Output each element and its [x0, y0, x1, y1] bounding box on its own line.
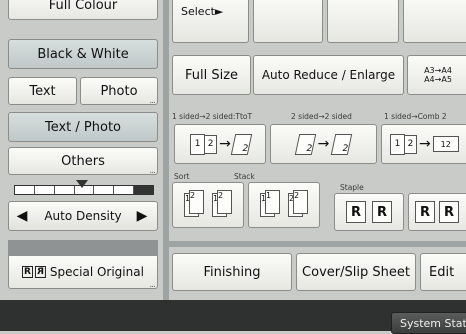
tray-1-button[interactable]: [253, 0, 323, 43]
tray-3-button[interactable]: [403, 0, 466, 43]
full-colour-button[interactable]: Full Colour: [8, 0, 158, 20]
edit-tab[interactable]: Edit: [420, 253, 466, 291]
duplex-page-icon: 2: [294, 133, 316, 155]
sort-stack-icon: 2: [217, 190, 232, 214]
cover-slip-sheet-tab[interactable]: Cover/Slip Sheet: [296, 253, 416, 291]
photo-label: Photo: [100, 83, 138, 99]
duplex-label-3: 1 sided→Comb 2: [384, 112, 447, 121]
arrow-right-icon: →: [219, 136, 231, 152]
ratio-top-label: A3→A4: [424, 66, 452, 75]
staple-r-icon: R: [372, 201, 392, 223]
text-label: Text: [29, 83, 56, 99]
ratio-preset-button[interactable]: A3→A4 A4→A5: [407, 55, 466, 95]
tray-2-button[interactable]: [327, 0, 399, 43]
sort-button[interactable]: 1 2 1 2: [172, 182, 244, 228]
auto-density-bar: ◀ Auto Density ▶: [8, 201, 158, 231]
staple-r-icon: R: [346, 201, 366, 223]
page-1-icon: 1: [390, 133, 405, 155]
auto-density-label: Auto Density: [44, 209, 122, 223]
others-button[interactable]: Others ...: [8, 147, 158, 175]
duplex-label-1: 1 sided→2 sided:TtoT: [172, 112, 253, 121]
finishing-label: Finishing: [203, 264, 261, 280]
text-photo-label: Text / Photo: [44, 119, 122, 135]
density-marker-icon: [76, 180, 88, 188]
special-original-icon-mirror: R: [34, 266, 46, 278]
page-1-icon: 1: [190, 133, 206, 155]
section-divider: [169, 241, 466, 247]
special-original-icon: R: [22, 266, 33, 278]
special-original-label: Special Original: [49, 265, 144, 279]
more-options-indicator: ...: [149, 96, 156, 105]
full-size-label: Full Size: [184, 67, 239, 83]
duplex-2to2-button[interactable]: 2 → 2: [270, 124, 377, 164]
arrow-right-icon: →: [419, 136, 431, 152]
left-panel-divider: [8, 240, 158, 256]
text-photo-button[interactable]: Text / Photo: [8, 112, 158, 142]
combine-page-icon: 12: [432, 136, 459, 152]
duplex-1to2-button[interactable]: 1 2 → 2: [174, 124, 266, 164]
page-2-icon: 2: [404, 134, 417, 154]
duplex-page-icon: 2: [230, 133, 253, 155]
staple-bottom-left-button[interactable]: R R: [408, 193, 466, 231]
staple-r-icon: R: [439, 201, 459, 223]
duplex-label-2: 2 sided→2 sided: [291, 112, 352, 121]
staple-top-left-button[interactable]: R R: [334, 193, 404, 231]
stack-icon: 2: [293, 190, 308, 214]
full-size-button[interactable]: Full Size: [172, 55, 251, 95]
panel-separator: [163, 0, 169, 331]
edit-label: Edit: [429, 264, 455, 280]
density-lighter-button[interactable]: ◀: [11, 204, 33, 228]
more-options-indicator: ...: [149, 166, 156, 175]
arrow-right-icon: →: [317, 136, 330, 152]
sort-stack-icon: 2: [189, 190, 204, 214]
duplex-comb-button[interactable]: 1 2 → 12: [381, 124, 466, 164]
text-button[interactable]: Text: [8, 77, 77, 105]
system-status-label: System Statu: [400, 316, 466, 330]
auto-reduce-enlarge-button[interactable]: Auto Reduce / Enlarge: [253, 55, 404, 95]
sort-label: Sort: [174, 172, 190, 181]
select-label: Select►: [181, 5, 224, 18]
duplex-page-icon: 2: [331, 133, 353, 155]
others-label: Others: [61, 153, 105, 169]
full-colour-label: Full Colour: [48, 0, 118, 13]
photo-button[interactable]: Photo ...: [80, 77, 158, 105]
finishing-tab[interactable]: Finishing: [172, 253, 292, 291]
page-2-icon: 2: [204, 134, 218, 154]
staple-r-icon: R: [415, 201, 435, 223]
auto-reduce-label: Auto Reduce / Enlarge: [261, 68, 396, 82]
special-original-button[interactable]: R R Special Original ...: [8, 256, 158, 289]
cover-slip-label: Cover/Slip Sheet: [302, 264, 410, 280]
staple-label: Staple: [340, 183, 364, 192]
stack-label: Stack: [234, 172, 255, 181]
stack-button[interactable]: 1 1 2 2: [248, 182, 320, 228]
ratio-bottom-label: A4→A5: [424, 75, 452, 84]
stack-icon: 1: [265, 190, 280, 214]
select-paper-button[interactable]: Select►: [172, 0, 249, 43]
black-white-label: Black & White: [37, 46, 129, 62]
density-darker-button[interactable]: ▶: [131, 204, 153, 228]
black-white-button[interactable]: Black & White: [8, 39, 158, 69]
more-options-indicator: ...: [149, 280, 156, 289]
